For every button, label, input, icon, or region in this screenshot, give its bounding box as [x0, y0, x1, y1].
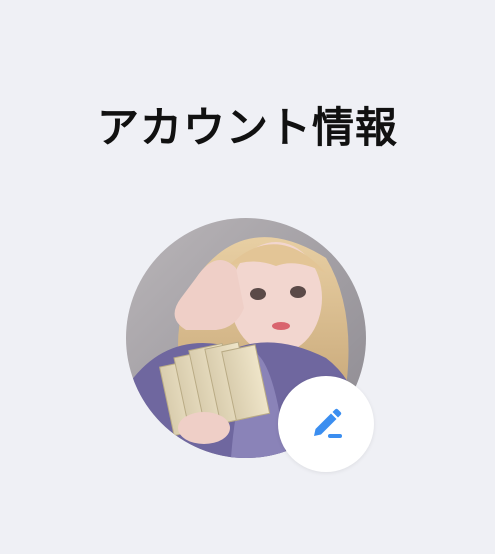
page-title: アカウント情報: [96, 103, 398, 152]
pencil-edit-icon: [314, 408, 342, 438]
edit-avatar-button[interactable]: [278, 376, 374, 472]
